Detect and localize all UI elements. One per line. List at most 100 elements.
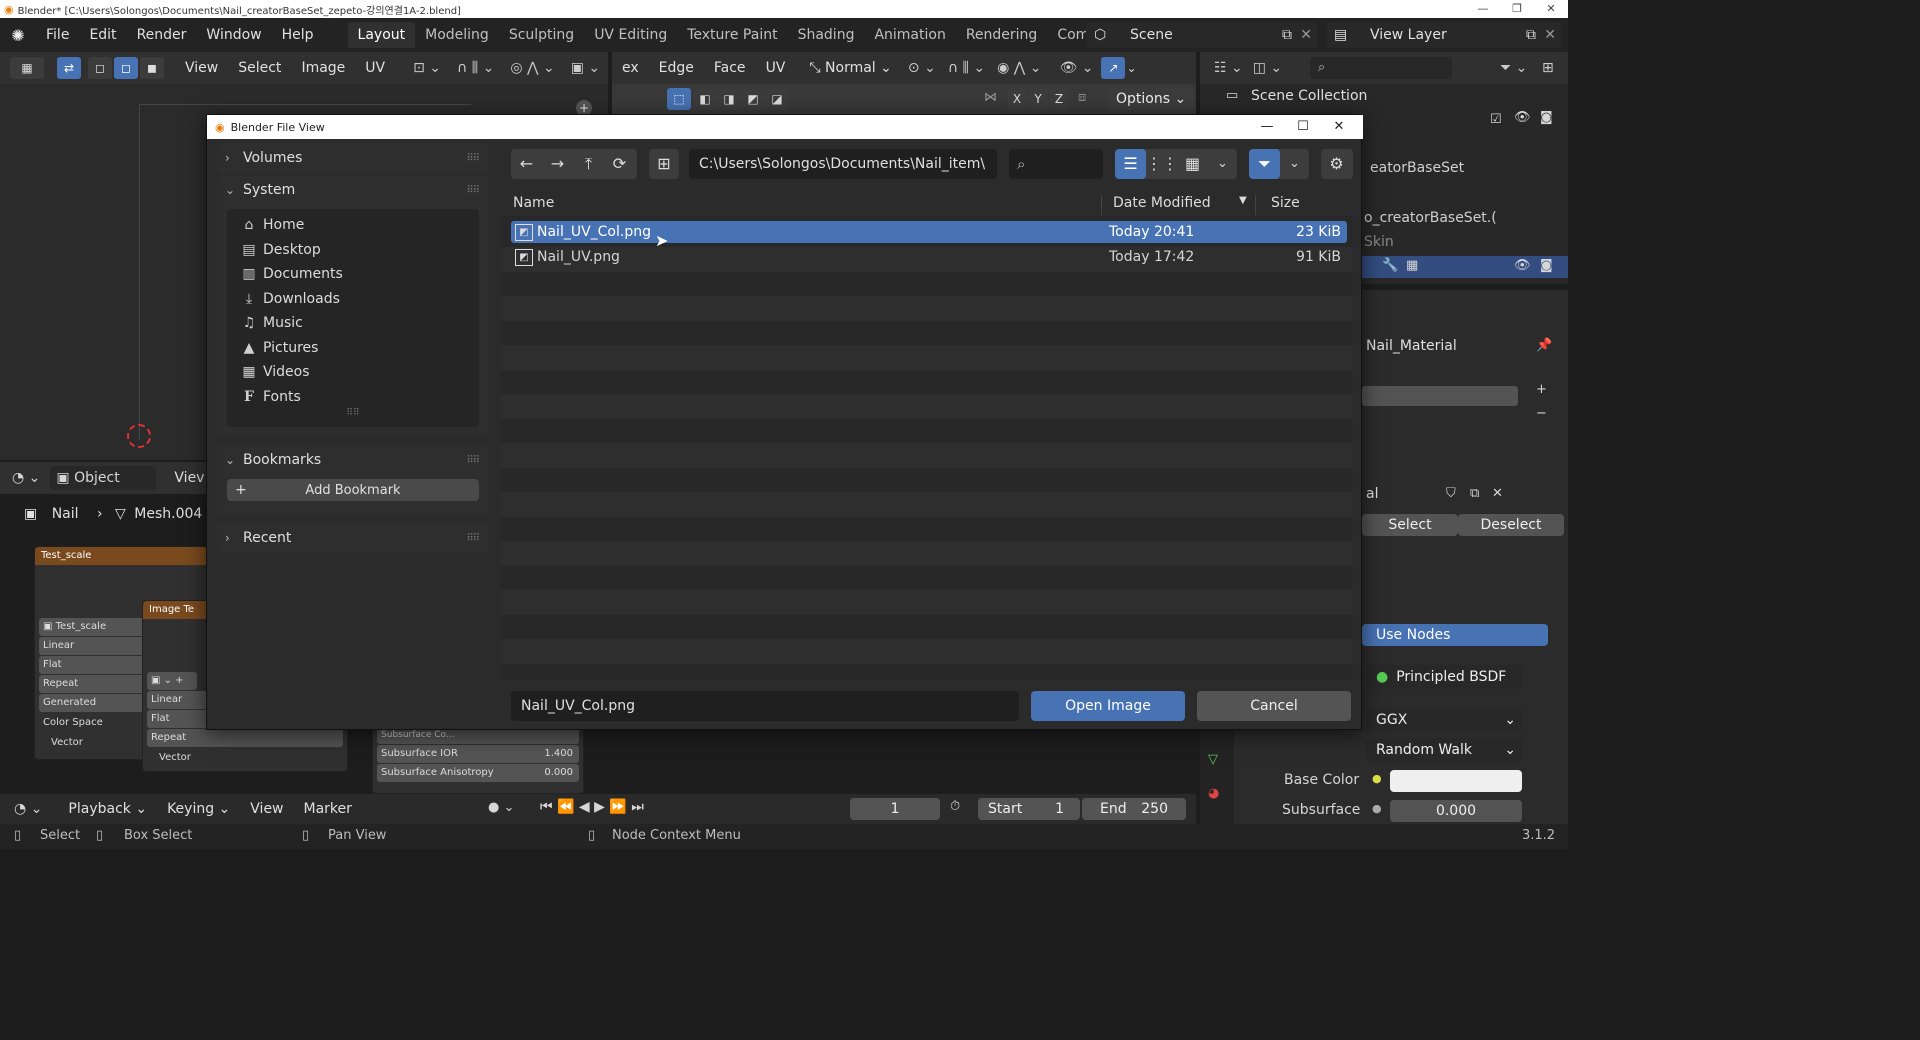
system-item-pictures[interactable]: ▲ Pictures (227, 336, 479, 361)
filter-icon[interactable]: ⏷ (1249, 149, 1280, 179)
mirror-icon[interactable]: ⋈ (984, 90, 997, 105)
outliner-item-creator[interactable]: o_creatorBaseSet.( (1364, 210, 1497, 226)
volumes-panel[interactable]: › Volumes ⠿⠿ (217, 143, 489, 173)
axis-y[interactable]: Y (1028, 88, 1048, 110)
filter-icon[interactable]: ⏷ ⌄ (1500, 60, 1527, 76)
close-window-button[interactable]: ✕ (1534, 0, 1568, 18)
edge-select-icon[interactable]: ◻ (114, 57, 138, 79)
visibility-icon[interactable]: 👁 ⌄ (1059, 60, 1093, 76)
node-image-browse[interactable]: ▣ ⌄ + (147, 672, 197, 690)
system-item-documents[interactable]: ▥ Documents (227, 262, 479, 287)
auto-merge-icon[interactable]: ⧈ (1078, 90, 1086, 105)
new-folder-icon[interactable]: ⊞ (649, 149, 679, 179)
outliner-item-basset[interactable]: eatorBaseSet (1370, 160, 1464, 176)
bsdf-row-subsurface-ior[interactable]: Subsurface IOR 1.400 (377, 745, 579, 763)
dialog-close-button[interactable]: ✕ (1321, 115, 1357, 139)
distribution-dropdown[interactable]: GGX ⌄ (1366, 708, 1522, 732)
dialog-maximize-button[interactable]: ☐ (1285, 115, 1321, 139)
select-extend-icon[interactable]: ◧ (693, 88, 717, 110)
current-frame-field[interactable]: 1 (850, 798, 940, 820)
face-select-icon[interactable]: ◼ (140, 57, 164, 79)
menu-edit[interactable]: Edit (79, 27, 126, 43)
tab-sculpting[interactable]: Sculpting (499, 22, 584, 48)
outliner-type-icon[interactable]: ☷ ⌄ (1214, 60, 1243, 76)
minimize-button[interactable]: — (1466, 0, 1500, 18)
viewport-menu-uv[interactable]: UV (756, 60, 796, 76)
use-nodes-button[interactable]: Use Nodes (1362, 624, 1548, 646)
end-frame-field[interactable]: End 250 (1082, 798, 1186, 820)
tab-rendering[interactable]: Rendering (956, 22, 1048, 48)
tab-shading[interactable]: Shading (788, 22, 865, 48)
system-panel-header[interactable]: ⌄ System ⠿⠿ (217, 175, 489, 205)
menu-render[interactable]: Render (127, 27, 197, 43)
timeline-menu-view[interactable]: View (240, 801, 293, 817)
gizmo-dropdown-icon[interactable]: ⌄ (1126, 61, 1136, 75)
system-item-music[interactable]: ♫ Music (227, 311, 479, 336)
cancel-button[interactable]: Cancel (1197, 691, 1351, 721)
list-vertical-icon[interactable]: ☰ (1115, 149, 1146, 179)
row-eye-icon[interactable]: 👁 (1514, 258, 1531, 273)
select-button[interactable]: Select (1362, 514, 1458, 536)
file-list[interactable]: Name Date Modified ▼ Size ◩ Nail_UV_Col.p… (501, 191, 1353, 679)
bookmarks-panel-header[interactable]: ⌄ Bookmarks ⠿⠿ (217, 445, 489, 475)
remove-scene-icon[interactable]: ✕ (1300, 22, 1312, 48)
breadcrumb-object[interactable]: Nail (52, 506, 79, 522)
options-dropdown[interactable]: Options ⌄ (1108, 88, 1195, 110)
uv-menu-image[interactable]: Image (291, 60, 355, 76)
extension-field[interactable]: Repeat (147, 729, 343, 747)
select-subtract-icon[interactable]: ◨ (717, 88, 741, 110)
principled-bsdf-node[interactable]: Subsurface Co... Subsurface IOR 1.400 Sub… (372, 724, 584, 794)
snap-icon[interactable]: ∩ ⫼ ⌄ (457, 60, 494, 76)
outliner-search-field[interactable]: ⌕ (1310, 57, 1452, 79)
forward-arrow-icon[interactable]: → (542, 149, 573, 179)
scene-selector[interactable]: ⬡ Scene ⧉ ✕ (1086, 22, 1318, 48)
file-row-nail-uv[interactable]: ◩ Nail_UV.png Today 17:42 91 KiB (511, 246, 1347, 268)
add-slot-icon[interactable]: + (1536, 382, 1547, 397)
file-search-field[interactable]: ⌕ (1009, 149, 1103, 179)
deselect-button[interactable]: Deselect (1458, 514, 1564, 536)
thumbnails-icon[interactable]: ▦ (1177, 149, 1208, 179)
system-item-videos[interactable]: ▦ Videos (227, 360, 479, 385)
new-collection-icon[interactable]: ⊞ (1542, 60, 1554, 76)
proportional-edit-icon[interactable]: ◎ ⋀ ⌄ (510, 60, 554, 76)
axis-x[interactable]: X (1007, 88, 1027, 110)
select-intersect-icon[interactable]: ◪ (765, 88, 789, 110)
menu-window[interactable]: Window (196, 27, 271, 43)
camera-icon[interactable]: ◙ (1540, 110, 1553, 125)
duplicate-layer-icon[interactable]: ⧉ (1526, 22, 1536, 48)
unlink-material-icon[interactable]: ✕ (1492, 486, 1503, 501)
timeline-menu-keying[interactable]: Keying ⌄ (157, 801, 240, 817)
tab-modeling[interactable]: Modeling (415, 22, 499, 48)
back-arrow-icon[interactable]: ← (511, 149, 542, 179)
viewport-menu-vertex[interactable]: ex (612, 60, 649, 76)
editor-type-icon[interactable]: ▦ (10, 57, 44, 79)
view-layer-selector[interactable]: ▤ View Layer ⧉ ✕ (1326, 22, 1562, 48)
fake-user-icon[interactable]: ⛉ (1446, 486, 1456, 501)
new-material-icon[interactable]: ⧉ (1470, 486, 1479, 501)
drag-grip-icon[interactable]: ⠿⠿ (466, 153, 480, 164)
viewport-snap-icon[interactable]: ∩ ⫼ ⌄ (948, 60, 985, 76)
file-row-nail-uv-col[interactable]: ◩ Nail_UV_Col.png Today 20:41 23 KiB (511, 221, 1347, 243)
tab-uv-editing[interactable]: UV Editing (584, 22, 677, 48)
select-invert-icon[interactable]: ◩ (741, 88, 765, 110)
drag-grip-icon[interactable]: ⠿⠿ (466, 455, 480, 466)
image-browse-icon[interactable]: ▣ ⌄ (571, 60, 600, 76)
system-item-home[interactable]: ⌂ Home (227, 213, 479, 238)
timeline-menu-playback[interactable]: Playback ⌄ (58, 801, 157, 817)
timeline-menu-marker[interactable]: Marker (294, 801, 362, 817)
start-frame-field[interactable]: Start 1 (978, 798, 1080, 820)
object-mode-dropdown[interactable]: ▣ Object (50, 466, 157, 490)
open-image-button[interactable]: Open Image (1031, 691, 1185, 721)
gear-icon[interactable]: ⚙ (1321, 149, 1352, 179)
slot-material-name[interactable]: al (1366, 486, 1378, 502)
vertex-select-icon[interactable]: ◻ (88, 57, 112, 79)
subsurface-value-field[interactable]: 0.000 (1390, 800, 1522, 822)
viewport-menu-face[interactable]: Face (704, 60, 756, 76)
list-resize-grip-icon[interactable]: ⠿⠿ (227, 409, 479, 419)
material-slot[interactable] (1362, 386, 1518, 406)
viewport-pivot-icon[interactable]: ⊙ ⌄ (908, 60, 936, 76)
display-chevron-icon[interactable]: ⌄ (1208, 149, 1237, 179)
tab-texture-paint[interactable]: Texture Paint (677, 22, 787, 48)
column-name[interactable]: Name (513, 195, 554, 215)
maximize-button[interactable]: ❐ (1500, 0, 1534, 18)
